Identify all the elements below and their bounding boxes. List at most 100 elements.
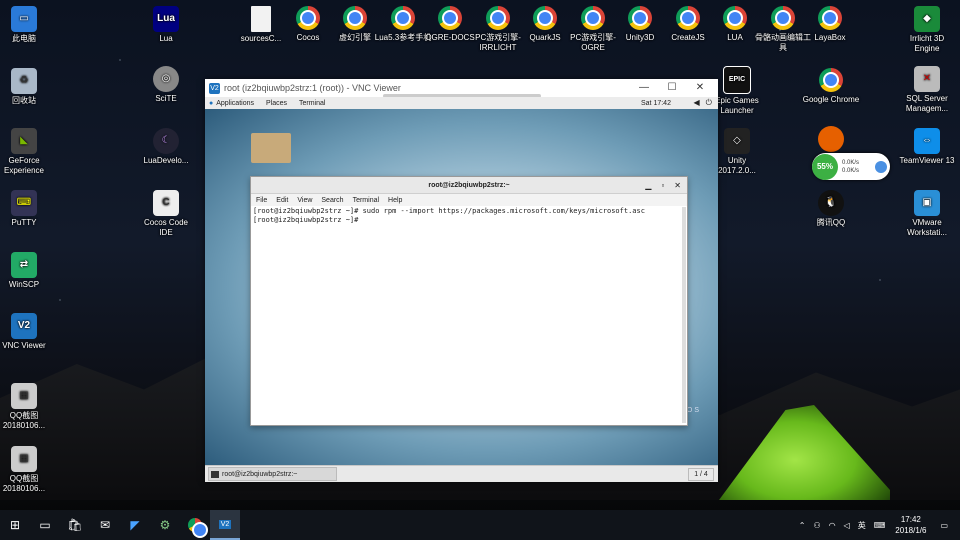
desktop-icon-luadevelop[interactable]: ☾ LuaDevelo...: [137, 128, 195, 166]
tool-icon: ⚙: [159, 518, 171, 532]
desktop-icon-teamviewer[interactable]: ⇔ TeamViewer 13: [898, 128, 956, 166]
desktop-icon-irrlicht[interactable]: ◆ Irrlicht 3D Engine: [898, 6, 956, 54]
upload-speed: 0.0K/s: [842, 159, 860, 166]
vnc-viewer-window[interactable]: V2 root (iz2bqiuwbp2strz:1 (root)) - VNC…: [205, 79, 718, 482]
power-icon[interactable]: ⏻: [706, 98, 712, 108]
terminal-title-bar[interactable]: root@iz2bqiuwbp2strz:~ ▁ ▫ ✕: [251, 177, 687, 194]
taskbar-vnc-viewer[interactable]: V2: [210, 510, 240, 540]
applications-menu[interactable]: ● Applications: [209, 100, 254, 107]
geforce-icon: ◣: [11, 128, 37, 154]
desktop-icon-vnc-viewer[interactable]: V2 VNC Viewer: [0, 313, 53, 351]
taskbar-app-blue[interactable]: ◤: [120, 510, 150, 540]
desktop-icon-lua[interactable]: Lua Lua: [137, 6, 195, 44]
home-folder-icon[interactable]: [251, 133, 291, 163]
chevron-up-icon[interactable]: ⌃: [799, 521, 806, 530]
desktop-icon-google-chrome[interactable]: Google Chrome: [802, 68, 860, 105]
taskbar-mail[interactable]: ✉: [90, 510, 120, 540]
taskbar-clock[interactable]: 17:42 2018/1/6: [895, 514, 926, 536]
workspace-indicator[interactable]: 1 / 4: [688, 467, 714, 481]
maximize-icon[interactable]: ☐: [658, 79, 686, 97]
taskbar-app-tool[interactable]: ⚙: [150, 510, 180, 540]
vnc-window-title: root (iz2bqiuwbp2strz:1 (root)) - VNC Vi…: [224, 83, 401, 93]
terminal-title: root@iz2bqiuwbp2strz:~: [428, 181, 510, 189]
mail-icon: ✉: [99, 518, 111, 532]
network-speed-widget[interactable]: 55% 0.0K/s 0.0K/s: [812, 153, 890, 180]
chrome-icon: [771, 6, 795, 30]
download-speed: 0.0K/s: [842, 167, 860, 174]
memory-percent: 55%: [812, 153, 838, 180]
chrome-icon: [581, 6, 605, 30]
desktop-icon-qq-screenshot-1[interactable]: ▦ QQ截图 20180106...: [0, 383, 53, 431]
desktop-icon-recycle-bin[interactable]: ♻ 回收站: [0, 68, 53, 106]
store-icon: 🛍: [67, 518, 83, 532]
chrome-icon: [676, 6, 700, 30]
vnc-logo-icon: V2: [209, 82, 220, 94]
desktop-icon-this-pc[interactable]: ▭ 此电脑: [0, 6, 53, 44]
qq-icon: 🐧: [818, 190, 844, 216]
keyboard-icon[interactable]: ⌨: [874, 521, 886, 530]
terminal-minimize-icon[interactable]: ▁: [645, 181, 651, 190]
places-menu[interactable]: Places: [266, 100, 287, 107]
terminal-prompt: [root@iz2bqiuwbp2strz ~]#: [253, 216, 363, 224]
chrome-icon: [819, 68, 843, 92]
desktop-icon-putty[interactable]: ⌨ PuTTY: [0, 190, 53, 228]
task-view-button[interactable]: ▭: [30, 510, 60, 540]
firefox-icon: [818, 126, 844, 152]
lua-icon: Lua: [153, 6, 179, 32]
terminal-menu[interactable]: Terminal: [299, 100, 325, 107]
menu-search[interactable]: Search: [321, 197, 343, 204]
terminal-output[interactable]: [root@iz2bqiuwbp2strz ~]# sudo rpm --imp…: [253, 207, 681, 423]
task-view-icon: ▭: [39, 518, 51, 532]
volume-icon[interactable]: ◀: [694, 98, 700, 108]
menu-help[interactable]: Help: [388, 197, 402, 204]
wifi-icon[interactable]: ◠: [829, 521, 836, 530]
boost-icon[interactable]: [875, 160, 887, 173]
terminal-close-icon[interactable]: ✕: [674, 181, 681, 190]
winscp-icon: ⇄: [11, 252, 37, 278]
notification-icon[interactable]: ▭: [940, 521, 948, 530]
desktop-icon-firefox[interactable]: [802, 126, 860, 154]
vnc-title-bar[interactable]: V2 root (iz2bqiuwbp2strz:1 (root)) - VNC…: [205, 79, 718, 98]
taskbar-chrome[interactable]: [180, 510, 210, 540]
desktop-icon-layabox[interactable]: LayaBox: [801, 6, 859, 43]
chrome-icon: [533, 6, 557, 30]
luadevelop-icon: ☾: [153, 128, 179, 154]
terminal-maximize-icon[interactable]: ▫: [661, 181, 664, 190]
gnome-bottom-panel: root@iz2bqiuwbp2strz:~ 1 / 4: [205, 465, 718, 482]
desktop-icon-geforce[interactable]: ◣ GeForce Experience: [0, 128, 53, 176]
image-file-icon: ▦: [11, 383, 37, 409]
terminal-menu-bar: File Edit View Search Terminal Help: [251, 194, 687, 206]
minimize-icon[interactable]: —: [630, 79, 658, 97]
sql-server-icon: ✕: [914, 66, 940, 92]
people-icon[interactable]: ⚇: [813, 521, 820, 530]
desktop-icon-sql-server[interactable]: ✕ SQL Server Managem...: [898, 66, 956, 114]
terminal-line: [root@iz2bqiuwbp2strz ~]# sudo rpm --imp…: [253, 207, 645, 215]
speaker-icon[interactable]: ◁: [844, 521, 850, 530]
desktop-icon-winscp[interactable]: ⇄ WinSCP: [0, 252, 53, 290]
file-icon: [251, 6, 271, 32]
desktop-icon-scite[interactable]: ◎ SciTE: [137, 66, 195, 104]
close-icon[interactable]: ✕: [686, 79, 714, 97]
terminal-icon: [211, 470, 219, 478]
chrome-icon: [296, 6, 320, 30]
taskbar-terminal-entry[interactable]: root@iz2bqiuwbp2strz:~: [208, 467, 337, 481]
ime-indicator[interactable]: 英: [858, 520, 866, 531]
teamviewer-icon: ⇔: [914, 128, 940, 154]
desktop-icon-qq[interactable]: 🐧 腾讯QQ: [802, 190, 860, 228]
image-file-icon: ▦: [11, 446, 37, 472]
windows-taskbar: ⊞ ▭ 🛍 ✉ ◤ ⚙ V2 ⌃ ⚇ ◠ ◁ 英 ⌨ 17:42 2018/1/…: [0, 510, 960, 540]
desktop-icon-vmware[interactable]: ▣ VMware Workstati...: [898, 190, 956, 238]
terminal-scrollbar[interactable]: [682, 207, 686, 423]
terminal-window[interactable]: root@iz2bqiuwbp2strz:~ ▁ ▫ ✕ File Edit V…: [250, 176, 688, 426]
chrome-icon: [438, 6, 462, 30]
gnome-clock[interactable]: Sat 17:42: [641, 100, 671, 107]
menu-terminal[interactable]: Terminal: [353, 197, 379, 204]
menu-edit[interactable]: Edit: [276, 197, 288, 204]
chrome-icon: [628, 6, 652, 30]
menu-view[interactable]: View: [297, 197, 312, 204]
taskbar-store[interactable]: 🛍: [60, 510, 90, 540]
desktop-icon-cocos-ide[interactable]: C Cocos Code IDE: [137, 190, 195, 238]
menu-file[interactable]: File: [256, 197, 267, 204]
start-button[interactable]: ⊞: [0, 510, 30, 540]
desktop-icon-qq-screenshot-2[interactable]: ▦ QQ截图 20180106...: [0, 446, 53, 494]
